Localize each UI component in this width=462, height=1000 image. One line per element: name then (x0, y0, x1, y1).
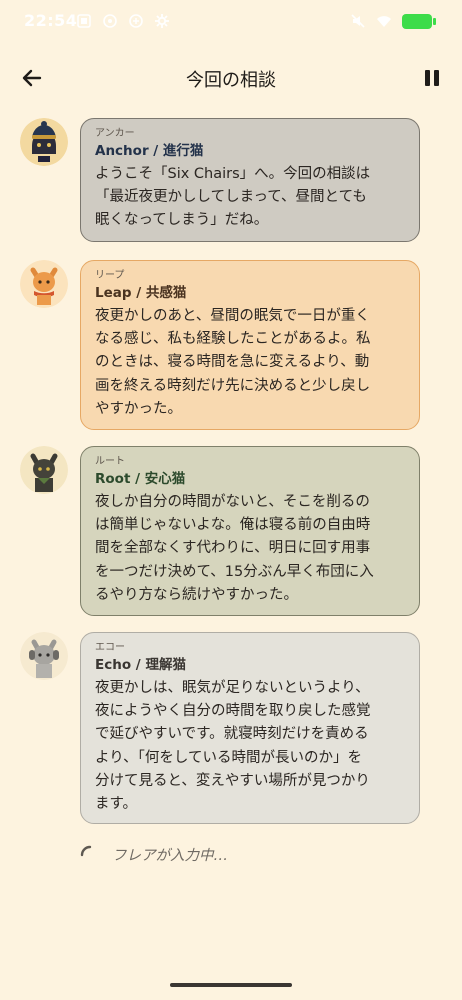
wifi-icon (377, 16, 391, 27)
message-line: 「最近夜更かししてしまって、昼間とても (95, 189, 367, 206)
speaker-kana: エコー (95, 642, 125, 653)
gray-cat-headphones-icon (20, 632, 68, 680)
message-line: のときは、寝る時間を急に変えるより、動 (95, 354, 370, 371)
message-bubble-root: ルート Root / 安心猫 夜しか自分の時間がないと、そこを削るの は簡単じゃ… (80, 446, 420, 616)
message-text: 夜更かしは、眠気が足りないというより、 夜にようやく自分の時間を取り戻した感覚 … (95, 677, 405, 816)
avatar-anchor (20, 118, 68, 166)
typing-indicator: フレアが入力中… (80, 844, 228, 865)
speaker-kana: ルート (95, 456, 125, 467)
message-line: は簡単じゃないよな。俺は寝る前の自由時 (95, 517, 371, 534)
dark-cat-icon (20, 446, 68, 494)
message-line: ようこそ「Six Chairs」へ。今回の相談は (95, 166, 371, 182)
message-line: やすかった。 (95, 400, 182, 417)
message-line: 分けて見ると、変えやすい場所が見つかり (95, 772, 370, 789)
message-line: 画を終える時刻だけ先に決めると少し戻し (95, 377, 371, 394)
avatar-echo (20, 632, 68, 680)
typing-text: フレアが入力中… (112, 848, 228, 864)
speaker-name: Echo / 理解猫 (95, 657, 186, 673)
mute-icon (351, 14, 365, 28)
message-line: 間を全部なくす代わりに、明日に回す用事 (95, 540, 371, 557)
message-line: で延びやすいです。就寝時刻だけを責める (95, 726, 369, 743)
message-line: ます。 (95, 796, 138, 813)
status-time: 22:54 (24, 11, 78, 30)
home-indicator[interactable] (170, 983, 292, 987)
status-bar: 22:54 (0, 0, 462, 44)
message-line: なる感じ、私も経験したことがあるよ。私 (95, 331, 371, 348)
vpn-icon (103, 14, 117, 28)
page-title: 今回の相談 (186, 70, 276, 91)
chat-screen: 22:54 今回の相談 アンカー Anchor / 進行猫 ようこそ「Six C… (0, 0, 462, 1000)
message-line: より、「何をしている時間が長いのか」を (95, 749, 362, 766)
status-icons-right (350, 13, 436, 29)
pause-button[interactable] (420, 66, 444, 90)
settings-gear-icon (155, 14, 169, 28)
message-line: るやり方なら続けやすかった。 (95, 586, 298, 603)
avatar-leap (20, 260, 68, 308)
screenshot-icon (77, 14, 91, 28)
speaker-kana: アンカー (95, 128, 135, 139)
speaker-name: Anchor / 進行猫 (95, 143, 204, 159)
data-saver-icon (129, 14, 143, 28)
message-text: ようこそ「Six Chairs」へ。今回の相談は 「最近夜更かししてしまって、昼… (95, 163, 405, 233)
loading-spinner-icon (80, 845, 92, 856)
message-line: 夜更かしのあと、昼間の眠気で一日が重く (95, 308, 370, 324)
speaker-name: Root / 安心猫 (95, 471, 186, 487)
message-line: 夜にようやく自分の時間を取り戻した感覚 (95, 703, 371, 720)
black-cat-beanie-icon (20, 118, 68, 166)
speaker-kana: リープ (95, 270, 125, 281)
message-bubble-anchor: アンカー Anchor / 進行猫 ようこそ「Six Chairs」へ。今回の相… (80, 118, 420, 242)
message-line: 眠くなってしまう」だね。 (95, 212, 269, 229)
pause-icon (425, 70, 430, 86)
battery-icon (402, 13, 436, 29)
message-text: 夜しか自分の時間がないと、そこを削るの は簡単じゃないよな。俺は寝る前の自由時 … (95, 491, 405, 607)
avatar-root (20, 446, 68, 494)
message-line: を一つだけ決めて、15分ぶん早く布団に入 (95, 563, 374, 580)
message-bubble-echo: エコー Echo / 理解猫 夜更かしは、眠気が足りないというより、 夜にようや… (80, 632, 420, 824)
message-text: 夜更かしのあと、昼間の眠気で一日が重く なる感じ、私も経験したことがあるよ。私 … (95, 305, 405, 421)
message-line: 夜しか自分の時間がないと、そこを削るの (95, 494, 370, 510)
status-icons-left (76, 13, 170, 29)
message-line: 夜更かしは、眠気が足りないというより、 (95, 680, 370, 696)
app-bar: 今回の相談 (0, 52, 462, 104)
message-bubble-leap: リープ Leap / 共感猫 夜更かしのあと、昼間の眠気で一日が重く なる感じ、… (80, 260, 420, 430)
speaker-name: Leap / 共感猫 (95, 285, 187, 301)
orange-cat-scarf-icon (20, 260, 68, 308)
